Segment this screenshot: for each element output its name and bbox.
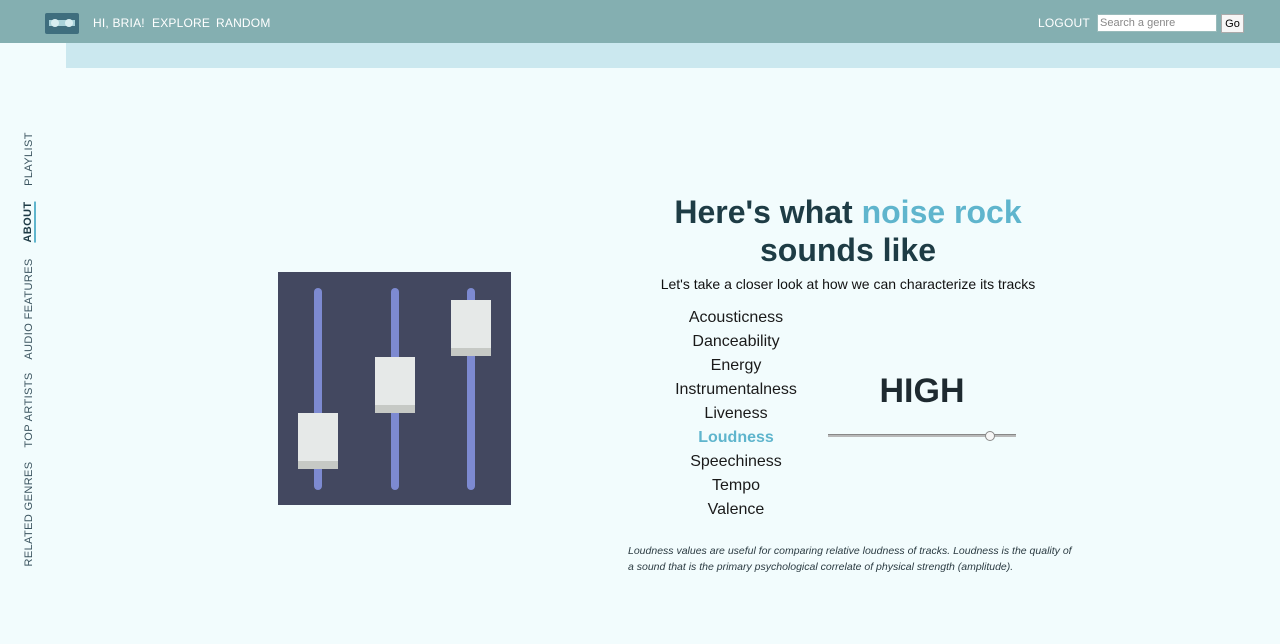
feature-item-speechiness[interactable]: Speechiness (656, 450, 816, 474)
sub-header-bar (66, 43, 1280, 68)
feature-item-tempo[interactable]: Tempo (656, 474, 816, 498)
greeting-link[interactable]: HI, BRIA! (93, 16, 145, 30)
mixer-knob (298, 413, 338, 469)
page-title: Here's what noise rock sounds like (608, 193, 1088, 269)
feature-level-slider[interactable] (828, 430, 1016, 442)
knob-shadow (375, 405, 415, 413)
sidebar-item-audio-features[interactable]: AUDIO FEATURES (23, 258, 35, 359)
title-suffix: sounds like (759, 232, 937, 268)
mixer-knob (451, 300, 491, 356)
explore-link[interactable]: EXPLORE (152, 16, 210, 30)
sidebar-item-related-genres[interactable]: RELATED GENRES (23, 461, 35, 566)
top-nav-bar: HI, BRIA! EXPLORE RANDOM LOGOUT Go (0, 0, 1280, 43)
cassette-tape-icon[interactable] (45, 13, 79, 34)
mixer-sliders-icon (278, 272, 511, 505)
random-link[interactable]: RANDOM (216, 16, 271, 30)
knob-shadow (451, 348, 491, 356)
logout-link[interactable]: LOGOUT (1038, 16, 1090, 30)
knob-shadow (298, 461, 338, 469)
left-reel (51, 19, 59, 27)
right-reel (65, 19, 73, 27)
sidebar-item-top-artists[interactable]: TOP ARTISTS (23, 372, 35, 447)
genre-search-input[interactable] (1097, 14, 1217, 32)
feature-item-loudness[interactable]: Loudness (656, 426, 816, 450)
sidebar-item-playlist[interactable]: PLAYLIST (23, 132, 35, 186)
feature-item-danceability[interactable]: Danceability (656, 330, 816, 354)
audio-feature-list: Acousticness Danceability Energy Instrument… (656, 306, 816, 522)
slider-thumb[interactable] (984, 431, 995, 441)
feature-level-label: HIGH (879, 372, 965, 410)
genre-name: noise rock (861, 194, 1022, 230)
title-prefix: Here's what (674, 194, 862, 230)
search-go-button[interactable]: Go (1221, 14, 1244, 33)
sidebar-item-about[interactable]: ABOUT (22, 201, 36, 243)
feature-item-instrumentalness[interactable]: Instrumentalness (656, 378, 816, 402)
feature-item-valence[interactable]: Valence (656, 498, 816, 522)
feature-item-liveness[interactable]: Liveness (656, 402, 816, 426)
mixer-knob (375, 357, 415, 413)
section-subtitle: Let's take a closer look at how we can c… (660, 276, 1036, 292)
feature-description: Loudness values are useful for comparing… (628, 545, 1072, 573)
feature-item-energy[interactable]: Energy (656, 354, 816, 378)
feature-item-acousticness[interactable]: Acousticness (656, 306, 816, 330)
